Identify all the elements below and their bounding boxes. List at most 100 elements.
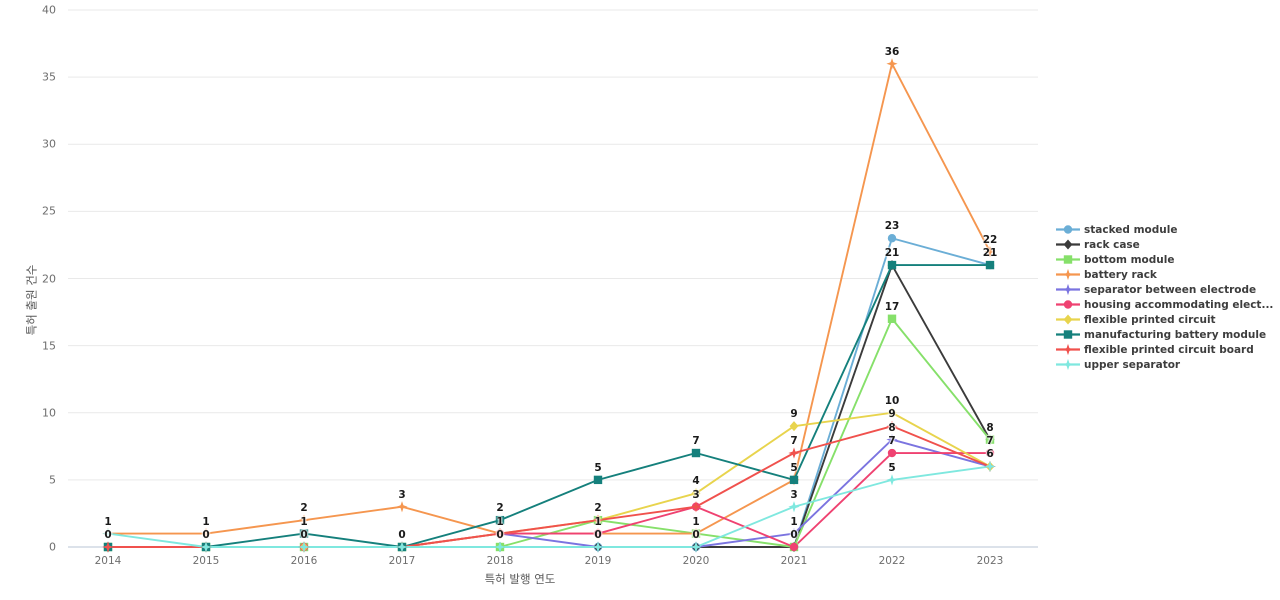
legend-label: upper separator (1084, 358, 1181, 371)
data-value-label: 0 (594, 529, 602, 541)
data-point-marker (1062, 268, 1074, 281)
data-value-label: 2 (300, 502, 308, 515)
data-point-marker (690, 541, 702, 553)
data-value-label: 21 (884, 247, 900, 260)
data-point-marker (1062, 343, 1074, 356)
data-value-label: 7 (692, 435, 700, 448)
data-point-marker (593, 475, 603, 485)
data-point-marker (788, 447, 800, 459)
y-axis-tick: 35 (42, 70, 56, 84)
data-point-marker (887, 314, 897, 323)
data-value-label: 0 (496, 529, 504, 541)
data-value-label: 36 (884, 45, 900, 58)
data-value-label: 10 (884, 394, 900, 407)
data-value-label: 17 (884, 300, 900, 313)
data-value-label: 2 (496, 502, 504, 515)
data-value-label: 0 (104, 529, 112, 541)
plot-area: 0 1 0 1 0 1 2 0 3 0 1 2 0 1 2 5 0 1 3 4 7 0 1 3 5 7 9 5 7 8 9 10 17 21 23 3… (68, 9, 1038, 553)
legend-marker-icon (1055, 267, 1081, 282)
x-axis-tick: 2014 (94, 555, 122, 567)
data-point-marker (691, 448, 701, 458)
legend-marker-icon (1055, 342, 1081, 357)
legend-marker-icon (1055, 357, 1081, 372)
data-value-label: 6 (986, 448, 994, 461)
data-value-label: 1 (300, 515, 308, 528)
data-point-marker (789, 421, 799, 432)
data-value-label: 1 (692, 515, 700, 528)
legend-label: flexible printed circuit board (1084, 343, 1254, 356)
legend-marker-icon (1055, 312, 1081, 327)
legend-marker-icon (1055, 222, 1081, 237)
data-point-marker (887, 234, 897, 243)
data-point-marker (1063, 225, 1073, 234)
legend-marker-icon (1055, 282, 1081, 297)
data-point-marker (984, 460, 996, 473)
legend-item-5[interactable]: housing accommodating elect... (1055, 297, 1274, 312)
series-line-2 (108, 317, 991, 548)
data-point-marker (886, 474, 898, 486)
data-value-label: 5 (888, 461, 896, 474)
legend-item-3[interactable]: battery rack (1055, 267, 1270, 282)
legend-label: manufacturing battery module (1084, 328, 1267, 341)
x-axis-tick: 2016 (290, 555, 318, 567)
data-point-marker (1063, 300, 1073, 309)
data-value-label: 0 (300, 529, 308, 541)
data-value-label: 22 (982, 233, 998, 246)
data-value-label: 8 (986, 421, 994, 434)
data-point-marker (1062, 358, 1074, 371)
data-point-marker (1062, 283, 1074, 296)
x-axis-tick: 2020 (682, 555, 710, 567)
legend-label: battery rack (1084, 268, 1157, 281)
y-axis-tick: 5 (49, 473, 56, 487)
legend-item-6[interactable]: flexible printed circuit (1055, 312, 1270, 327)
chart-legend: stacked module rack case bottom module batt… (1055, 222, 1274, 372)
data-point-marker (396, 501, 408, 513)
legend-item-0[interactable]: stacked module (1055, 222, 1270, 237)
data-point-marker (887, 448, 897, 458)
data-value-label: 7 (790, 435, 798, 448)
legend-item-1[interactable]: rack case (1055, 237, 1270, 252)
data-point-marker (985, 260, 995, 270)
series-line-7 (108, 264, 990, 548)
x-axis-tick: 2018 (486, 555, 514, 567)
legend-marker-icon (1055, 327, 1081, 342)
legend-label: housing accommodating elect... (1084, 298, 1274, 311)
data-point-marker (788, 501, 800, 513)
data-value-label: 2 (594, 502, 602, 515)
x-axis-tick: 2022 (878, 555, 906, 567)
series-line-4 (108, 438, 991, 548)
data-value-label: 0 (790, 529, 798, 541)
data-value-label: 23 (884, 220, 900, 233)
legend-label: rack case (1084, 238, 1140, 251)
y-axis-tick: 0 (49, 540, 56, 554)
data-value-label: 1 (202, 515, 210, 528)
legend-item-2[interactable]: bottom module (1055, 252, 1270, 267)
data-value-label: 5 (790, 461, 798, 474)
x-axis-title: 특허 발행 연도 (484, 572, 556, 586)
legend-label: stacked module (1084, 223, 1178, 236)
legend-label: separator between electrode (1084, 283, 1257, 296)
data-value-label: 21 (982, 247, 998, 260)
data-point-marker (1063, 239, 1073, 250)
legend-item-9[interactable]: upper separator (1055, 357, 1270, 372)
x-axis-tick: 2023 (976, 555, 1004, 567)
data-value-label: 7 (986, 435, 994, 448)
legend-item-8[interactable]: flexible printed circuit board (1055, 342, 1270, 357)
data-value-label: 3 (692, 488, 700, 501)
legend-item-4[interactable]: separator between electrode (1055, 282, 1270, 297)
y-axis-tick: 40 (42, 3, 56, 17)
legend-label: flexible printed circuit (1084, 313, 1216, 326)
data-value-label: 1 (594, 515, 602, 528)
legend-marker-icon (1055, 252, 1081, 267)
data-value-label: 4 (692, 475, 700, 488)
data-value-label: 1 (104, 515, 112, 528)
data-point-marker (1063, 330, 1073, 339)
data-value-label: 1 (790, 515, 798, 528)
y-axis-title: 특허 출원 건수 (24, 264, 39, 336)
data-value-label: 7 (888, 435, 896, 448)
data-point-marker (789, 542, 799, 552)
data-point-marker (886, 58, 898, 70)
y-axis-tick: 15 (42, 339, 56, 353)
data-value-label: 8 (888, 421, 896, 434)
legend-item-7[interactable]: manufacturing battery module (1055, 327, 1270, 342)
